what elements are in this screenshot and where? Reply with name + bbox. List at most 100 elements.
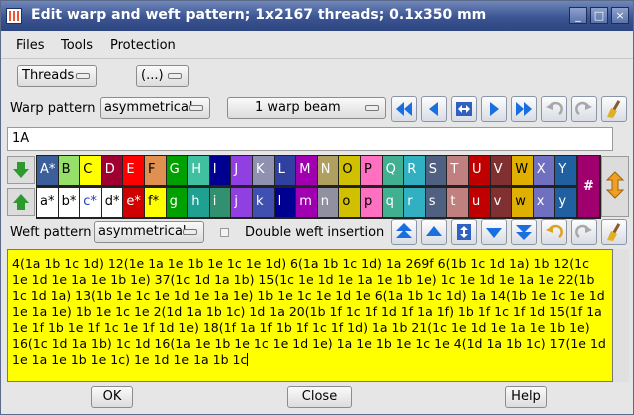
maximize-button[interactable]: □ — [590, 7, 608, 24]
palette-color-lower-18[interactable]: s — [425, 188, 447, 217]
palette-color-upper-7[interactable]: H — [188, 156, 209, 185]
palette-color-upper-18[interactable]: S — [425, 156, 447, 185]
palette-color-lower-5[interactable]: f* — [145, 188, 166, 217]
palette-color-upper-22[interactable]: W — [512, 156, 533, 185]
warp-pattern-value: 1A — [12, 131, 30, 146]
palette-color-lower-15[interactable]: p — [361, 188, 382, 217]
weft-first-button[interactable] — [391, 219, 417, 245]
move-down-button[interactable] — [7, 156, 35, 184]
palette-color-upper-20[interactable]: U — [469, 156, 490, 185]
warp-pattern-input[interactable]: 1A — [7, 127, 613, 151]
palette-color-lower-0[interactable]: a* — [37, 188, 58, 217]
palette-color-lower-24[interactable]: y — [555, 188, 576, 217]
palette-color-lower-10[interactable]: k — [253, 188, 274, 217]
title-bar[interactable]: Edit warp and weft pattern; 1x2167 threa… — [1, 1, 633, 31]
redo-button[interactable] — [571, 96, 597, 122]
palette-color-upper-10[interactable]: K — [253, 156, 274, 185]
threads-dropdown[interactable]: Threads — [17, 65, 97, 87]
move-up-button[interactable] — [7, 188, 35, 216]
close-button[interactable]: Close — [287, 386, 352, 408]
weft-next-button[interactable] — [481, 219, 507, 245]
clear-weft-button[interactable] — [601, 219, 627, 245]
palette-color-upper-19[interactable]: T — [447, 156, 468, 185]
palette-color-upper-3[interactable]: D — [101, 156, 123, 185]
broom-icon — [607, 100, 621, 118]
palette-color-lower-3[interactable]: d* — [101, 188, 123, 217]
help-button[interactable]: Help — [505, 386, 547, 408]
palette-color-upper-24[interactable]: Y — [555, 156, 576, 185]
palette-swap-button[interactable] — [601, 156, 629, 217]
palette-color-lower-2[interactable]: c* — [80, 188, 101, 217]
down-arrow-blue-icon — [486, 228, 502, 238]
palette-color-lower-12[interactable]: m — [296, 188, 317, 217]
palette-color-lower-8[interactable]: i — [209, 188, 231, 217]
weft-swap-button[interactable] — [451, 219, 477, 245]
palette-color-upper-16[interactable]: Q — [382, 156, 404, 185]
palette-color-upper-4[interactable]: E — [123, 156, 144, 185]
palette-hash-cell[interactable]: # — [578, 156, 599, 217]
palette-color-lower-4[interactable]: e* — [123, 188, 144, 217]
palette-color-upper-1[interactable]: B — [58, 156, 80, 185]
palette-color-lower-1[interactable]: b* — [58, 188, 80, 217]
clear-warp-button[interactable] — [601, 96, 627, 122]
close-button-label: Close — [301, 389, 338, 404]
palette-color-lower-16[interactable]: q — [382, 188, 404, 217]
palette-color-lower-21[interactable]: v — [490, 188, 512, 217]
palette-color-upper-5[interactable]: F — [145, 156, 166, 185]
palette-color-lower-11[interactable]: l — [274, 188, 296, 217]
palette-color-upper-15[interactable]: P — [361, 156, 382, 185]
weft-undo-button[interactable] — [541, 219, 567, 245]
weft-mode-dropdown[interactable]: asymmetrical — [94, 221, 204, 243]
last-button[interactable] — [511, 96, 537, 122]
dropdown-indicator-icon — [189, 105, 203, 111]
palette-color-lower-19[interactable]: t — [447, 188, 468, 217]
previous-button[interactable] — [421, 96, 447, 122]
palette-color-upper-17[interactable]: R — [404, 156, 425, 185]
palette-color-upper-11[interactable]: L — [274, 156, 296, 185]
palette-color-upper-8[interactable]: I — [209, 156, 231, 185]
palette-color-lower-6[interactable]: g — [166, 188, 188, 217]
weft-previous-button[interactable] — [421, 219, 447, 245]
next-button[interactable] — [481, 96, 507, 122]
menu-protection[interactable]: Protection — [110, 38, 176, 53]
palette-color-upper-14[interactable]: O — [339, 156, 360, 185]
weft-redo-button[interactable] — [571, 219, 597, 245]
menu-tools[interactable]: Tools — [61, 38, 93, 53]
menu-files[interactable]: Files — [16, 38, 45, 53]
warp-pattern-label: Warp pattern — [10, 101, 96, 116]
palette-color-lower-9[interactable]: j — [231, 188, 252, 217]
palette-color-upper-12[interactable]: M — [296, 156, 317, 185]
double-right-arrow-icon — [516, 102, 532, 116]
weft-scrollbar[interactable] — [613, 249, 629, 382]
palette-color-lower-13[interactable]: n — [317, 188, 339, 217]
first-button[interactable] — [391, 96, 417, 122]
weft-pattern-textarea[interactable]: 4(1a 1b 1c 1d) 12(1e 1a 1e 1b 1e 1c 1e 1… — [7, 249, 613, 382]
palette-color-lower-23[interactable]: x — [533, 188, 555, 217]
palette-color-upper-21[interactable]: V — [490, 156, 512, 185]
warp-beam-dropdown[interactable]: 1 warp beam — [227, 97, 386, 119]
extra-dropdown[interactable]: (...) — [136, 65, 189, 87]
undo-button[interactable] — [541, 96, 567, 122]
ok-button-label: OK — [102, 389, 122, 404]
palette-color-lower-17[interactable]: r — [404, 188, 425, 217]
double-weft-label: Double weft insertion — [245, 225, 385, 240]
palette-color-upper-23[interactable]: X — [533, 156, 555, 185]
palette-color-upper-6[interactable]: G — [166, 156, 188, 185]
palette-color-upper-2[interactable]: C — [80, 156, 101, 185]
dropdown-indicator-icon — [76, 73, 90, 79]
palette-color-lower-14[interactable]: o — [339, 188, 360, 217]
minimize-button[interactable]: _ — [569, 7, 587, 24]
warp-mode-dropdown[interactable]: asymmetrical — [100, 97, 210, 119]
palette-color-lower-20[interactable]: u — [469, 188, 490, 217]
palette-color-upper-9[interactable]: J — [231, 156, 252, 185]
swap-button[interactable] — [451, 96, 477, 122]
palette-color-lower-22[interactable]: w — [512, 188, 533, 217]
weft-last-button[interactable] — [511, 219, 537, 245]
palette-color-lower-7[interactable]: h — [188, 188, 209, 217]
palette-color-upper-13[interactable]: N — [317, 156, 339, 185]
ok-button[interactable]: OK — [91, 386, 133, 408]
close-window-button[interactable]: × — [611, 7, 629, 24]
double-weft-checkbox[interactable] — [220, 228, 229, 237]
double-left-arrow-icon — [396, 102, 412, 116]
palette-color-upper-0[interactable]: A* — [37, 156, 58, 185]
